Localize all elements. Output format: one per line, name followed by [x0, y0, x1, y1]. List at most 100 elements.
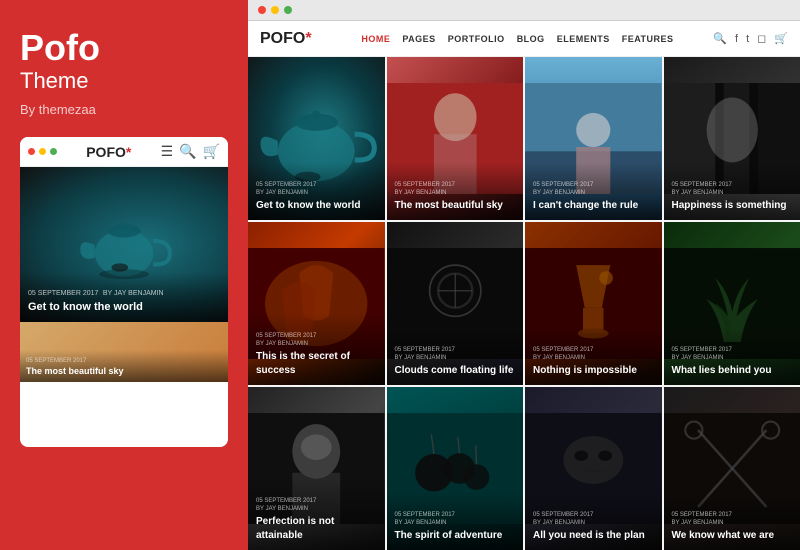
- grid-date-1: 05 SEPTEMBER 2017: [395, 182, 516, 188]
- grid-date-11: 05 SEPTEMBER 2017: [672, 512, 793, 518]
- grid-title-9: The spirit of adventure: [395, 529, 516, 543]
- grid-overlay-6: 05 SEPTEMBER 2017 BY JAY BENJAMIN Nothin…: [525, 327, 662, 386]
- grid-date-6: 05 SEPTEMBER 2017: [533, 347, 654, 353]
- search-icon[interactable]: 🔍: [713, 32, 727, 45]
- mobile-hero: 05 SEPTEMBER 2017 BY JAY BENJAMIN Get to…: [20, 167, 228, 322]
- mobile-cart-icon[interactable]: 🛒: [203, 143, 220, 160]
- cart-icon[interactable]: 🛒: [774, 32, 788, 45]
- right-panel: POFO* HOME PAGES PORTFOLIO BLOG ELEMENTS…: [248, 0, 800, 550]
- grid-title-2: I can't change the rule: [533, 199, 654, 213]
- mobile-dot-green: [50, 148, 57, 155]
- grid-item-1[interactable]: 05 SEPTEMBER 2017 BY JAY BENJAMIN The mo…: [387, 57, 524, 220]
- grid-date-7: 05 SEPTEMBER 2017: [672, 347, 793, 353]
- twitter-icon[interactable]: t: [746, 33, 749, 45]
- grid-title-3: Happiness is something: [672, 199, 793, 213]
- mobile-hero-title: Get to know the world: [28, 300, 220, 314]
- nav-pages[interactable]: PAGES: [402, 34, 435, 44]
- mobile-top-bar: POFO* ☰ 🔍 🛒: [20, 137, 228, 167]
- mobile-hero-author: BY JAY BENJAMIN: [103, 290, 164, 297]
- grid-author-4: BY JAY BENJAMIN: [256, 341, 377, 347]
- site-logo-asterisk: *: [305, 30, 311, 47]
- nav-blog[interactable]: BLOG: [517, 34, 545, 44]
- grid-date-8: 05 SEPTEMBER 2017: [256, 498, 377, 504]
- grid-overlay-2: 05 SEPTEMBER 2017 BY JAY BENJAMIN I can'…: [525, 162, 662, 221]
- nav-portfolio[interactable]: PORTFOLIO: [448, 34, 505, 44]
- nav-elements[interactable]: ELEMENTS: [557, 34, 610, 44]
- grid-author-5: BY JAY BENJAMIN: [395, 355, 516, 361]
- mobile-dot-yellow: [39, 148, 46, 155]
- grid-container: 05 SEPTEMBER 2017 BY JAY BENJAMIN Get to…: [248, 57, 800, 550]
- mobile-search-icon[interactable]: 🔍: [179, 143, 196, 160]
- grid-item-7[interactable]: 05 SEPTEMBER 2017 BY JAY BENJAMIN What l…: [664, 222, 800, 385]
- grid-item-8[interactable]: 05 SEPTEMBER 2017 BY JAY BENJAMIN Perfec…: [248, 387, 385, 550]
- grid-title-7: What lies behind you: [672, 364, 793, 378]
- mobile-dot-red: [28, 148, 35, 155]
- grid-date-10: 05 SEPTEMBER 2017: [533, 512, 654, 518]
- grid-author-8: BY JAY BENJAMIN: [256, 506, 377, 512]
- brand-subtitle: Theme: [20, 68, 228, 94]
- grid-date-5: 05 SEPTEMBER 2017: [395, 347, 516, 353]
- grid-title-0: Get to know the world: [256, 199, 377, 213]
- grid-item-10[interactable]: 05 SEPTEMBER 2017 BY JAY BENJAMIN All yo…: [525, 387, 662, 550]
- grid-item-9[interactable]: 05 SEPTEMBER 2017 BY JAY BENJAMIN The sp…: [387, 387, 524, 550]
- mobile-hero-overlay: 05 SEPTEMBER 2017 BY JAY BENJAMIN Get to…: [20, 272, 228, 322]
- grid-author-1: BY JAY BENJAMIN: [395, 190, 516, 196]
- facebook-icon[interactable]: f: [735, 33, 738, 45]
- nav-features[interactable]: FEATURES: [622, 34, 674, 44]
- mobile-logo-asterisk: *: [126, 144, 131, 160]
- grid-date-0: 05 SEPTEMBER 2017: [256, 182, 377, 188]
- site-nav-links: HOME PAGES PORTFOLIO BLOG ELEMENTS FEATU…: [332, 34, 704, 44]
- grid-title-5: Clouds come floating life: [395, 364, 516, 378]
- grid-item-3[interactable]: 05 SEPTEMBER 2017 BY JAY BENJAMIN Happin…: [664, 57, 800, 220]
- site-nav: POFO* HOME PAGES PORTFOLIO BLOG ELEMENTS…: [248, 21, 800, 57]
- mobile-preview: POFO* ☰ 🔍 🛒: [20, 137, 228, 447]
- grid-author-9: BY JAY BENJAMIN: [395, 520, 516, 526]
- grid-title-11: We know what we are: [672, 529, 793, 543]
- site-logo: POFO*: [260, 30, 312, 48]
- mobile-card-preview: 05 SEPTEMBER 2017 The most beautiful sky: [20, 322, 228, 382]
- grid-overlay-10: 05 SEPTEMBER 2017 BY JAY BENJAMIN All yo…: [525, 492, 662, 550]
- grid-title-6: Nothing is impossible: [533, 364, 654, 378]
- browser-dot-red: [258, 6, 266, 14]
- grid-author-3: BY JAY BENJAMIN: [672, 190, 793, 196]
- grid-item-2[interactable]: 05 SEPTEMBER 2017 BY JAY BENJAMIN I can'…: [525, 57, 662, 220]
- grid-overlay-9: 05 SEPTEMBER 2017 BY JAY BENJAMIN The sp…: [387, 492, 524, 550]
- grid-title-4: This is the secret of success: [256, 350, 377, 377]
- grid-author-2: BY JAY BENJAMIN: [533, 190, 654, 196]
- grid-title-10: All you need is the plan: [533, 529, 654, 543]
- grid-overlay-4: 05 SEPTEMBER 2017 BY JAY BENJAMIN This i…: [248, 313, 385, 385]
- grid-overlay-11: 05 SEPTEMBER 2017 BY JAY BENJAMIN We kno…: [664, 492, 800, 550]
- mobile-hero-date: 05 SEPTEMBER 2017: [28, 290, 98, 297]
- brand-by: By themezaa: [20, 102, 228, 117]
- grid-title-8: Perfection is not attainable: [256, 515, 377, 542]
- grid-author-7: BY JAY BENJAMIN: [672, 355, 793, 361]
- mobile-dots: [28, 148, 57, 155]
- grid-overlay-0: 05 SEPTEMBER 2017 BY JAY BENJAMIN Get to…: [248, 162, 385, 221]
- grid-item-4[interactable]: 05 SEPTEMBER 2017 BY JAY BENJAMIN This i…: [248, 222, 385, 385]
- grid-author-10: BY JAY BENJAMIN: [533, 520, 654, 526]
- left-panel: Pofo Theme By themezaa POFO* ☰ 🔍 🛒: [0, 0, 248, 550]
- site-nav-right: 🔍 f t ◻ 🛒: [713, 32, 788, 45]
- grid-overlay-5: 05 SEPTEMBER 2017 BY JAY BENJAMIN Clouds…: [387, 327, 524, 386]
- grid-item-6[interactable]: 05 SEPTEMBER 2017 BY JAY BENJAMIN Nothin…: [525, 222, 662, 385]
- grid-author-6: BY JAY BENJAMIN: [533, 355, 654, 361]
- grid-item-5[interactable]: 05 SEPTEMBER 2017 BY JAY BENJAMIN Clouds…: [387, 222, 524, 385]
- instagram-icon[interactable]: ◻: [757, 32, 766, 45]
- grid-date-2: 05 SEPTEMBER 2017: [533, 182, 654, 188]
- grid-overlay-7: 05 SEPTEMBER 2017 BY JAY BENJAMIN What l…: [664, 327, 800, 386]
- mobile-logo: POFO*: [86, 144, 131, 160]
- grid-item-11[interactable]: 05 SEPTEMBER 2017 BY JAY BENJAMIN We kno…: [664, 387, 800, 550]
- grid-overlay-3: 05 SEPTEMBER 2017 BY JAY BENJAMIN Happin…: [664, 162, 800, 221]
- grid-date-4: 05 SEPTEMBER 2017: [256, 333, 377, 339]
- nav-home[interactable]: HOME: [361, 34, 390, 44]
- mobile-nav-icons: ☰ 🔍 🛒: [161, 143, 220, 160]
- browser-dot-green: [284, 6, 292, 14]
- grid-overlay-1: 05 SEPTEMBER 2017 BY JAY BENJAMIN The mo…: [387, 162, 524, 221]
- grid-date-3: 05 SEPTEMBER 2017: [672, 182, 793, 188]
- browser-chrome: [248, 0, 800, 21]
- grid-item-0[interactable]: 05 SEPTEMBER 2017 BY JAY BENJAMIN Get to…: [248, 57, 385, 220]
- grid-author-0: BY JAY BENJAMIN: [256, 190, 377, 196]
- grid-date-9: 05 SEPTEMBER 2017: [395, 512, 516, 518]
- grid-title-1: The most beautiful sky: [395, 199, 516, 213]
- mobile-menu-icon[interactable]: ☰: [161, 143, 174, 160]
